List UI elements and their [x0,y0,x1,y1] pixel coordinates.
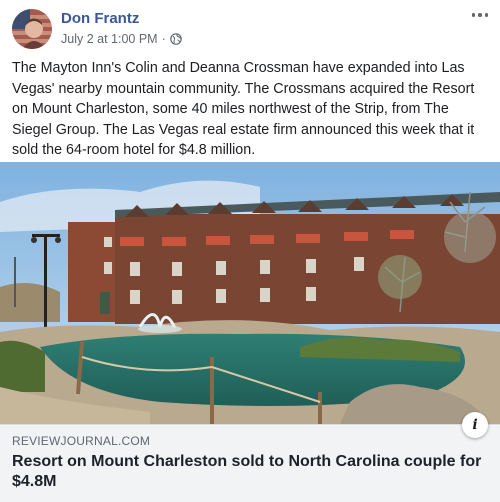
link-card[interactable]: REVIEWJOURNAL.COM Resort on Mount Charle… [0,424,500,502]
more-options-icon[interactable] [468,6,492,24]
post-text: The Mayton Inn's Colin and Deanna Crossm… [12,60,475,158]
meta-separator: · [161,32,166,46]
link-headline[interactable]: Resort on Mount Charleston sold to North… [12,452,482,492]
globe-icon[interactable] [169,33,182,45]
author-name[interactable]: Don Frantz [61,10,139,27]
post-meta: July 2 at 1:00 PM · [61,32,182,46]
post-timestamp[interactable]: July 2 at 1:00 PM [61,32,158,46]
link-domain: REVIEWJOURNAL.COM [12,434,151,448]
facebook-post: Don Frantz July 2 at 1:00 PM · The Mayto… [0,0,500,502]
avatar-image [12,9,52,49]
info-icon[interactable]: i [462,412,488,438]
link-preview-image[interactable] [0,162,500,424]
author-avatar[interactable] [12,9,52,49]
